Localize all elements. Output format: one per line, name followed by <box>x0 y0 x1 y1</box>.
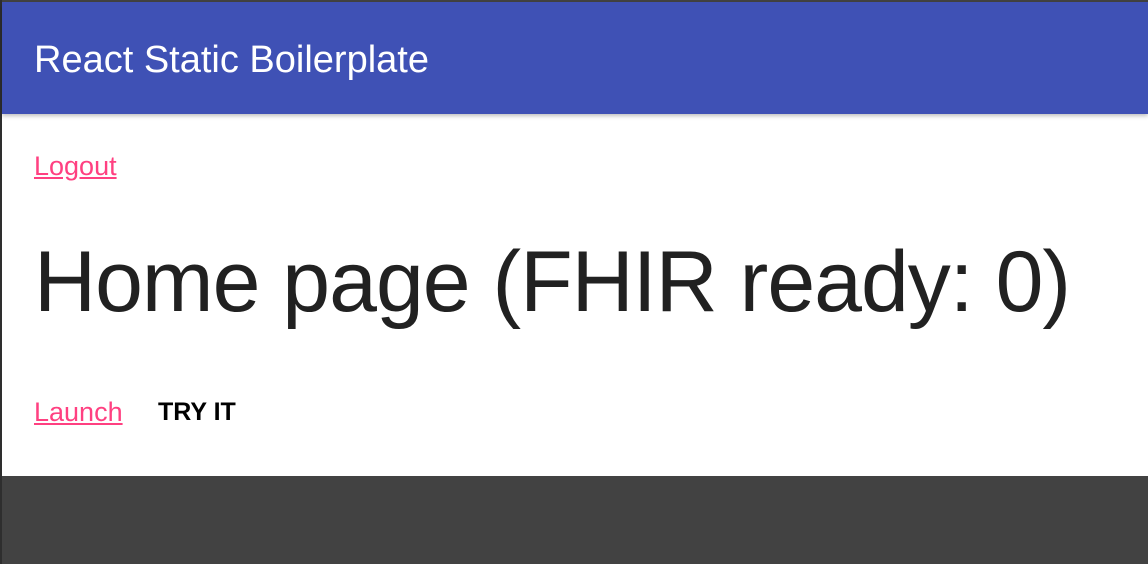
window-frame: React Static Boilerplate Logout Home pag… <box>0 0 1148 564</box>
background-area <box>2 476 1148 564</box>
app-bar: React Static Boilerplate <box>2 2 1148 114</box>
launch-link[interactable]: Launch <box>34 396 123 428</box>
page-title: Home page (FHIR ready: 0) <box>34 234 1071 330</box>
app-title: React Static Boilerplate <box>34 39 429 81</box>
try-it-button[interactable]: TRY IT <box>146 390 248 434</box>
logout-link[interactable]: Logout <box>34 150 117 182</box>
app-container: React Static Boilerplate Logout Home pag… <box>2 2 1148 476</box>
main-content: Logout Home page (FHIR ready: 0) Launch … <box>34 114 1144 476</box>
